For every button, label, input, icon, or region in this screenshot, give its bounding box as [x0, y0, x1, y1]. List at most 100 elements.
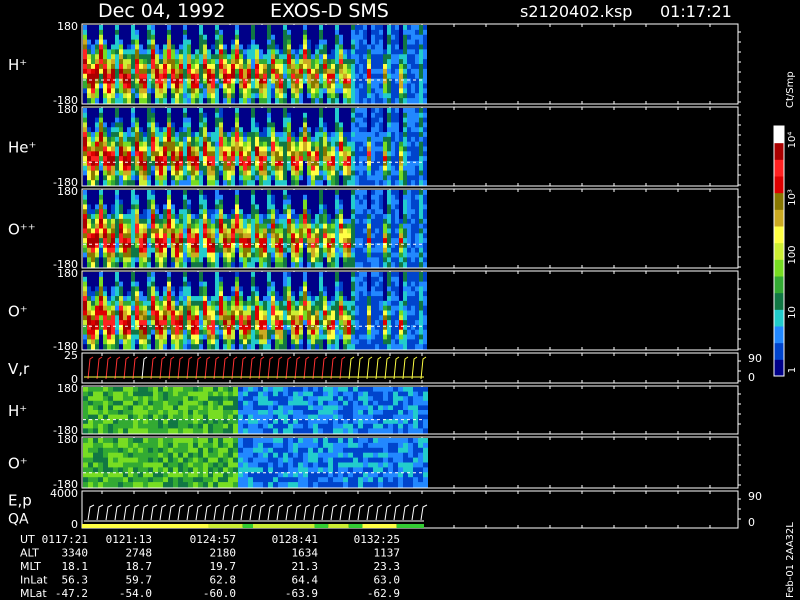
heatmap-cell — [311, 127, 315, 133]
heatmap-cell — [159, 122, 163, 128]
header: Dec 04, 1992 EXOS-D SMS s2120402.ksp 01:… — [98, 0, 732, 22]
heatmap-cell — [299, 247, 303, 254]
heatmap-cell — [147, 204, 151, 210]
heatmap-cell — [83, 334, 87, 340]
heatmap-cell — [343, 160, 347, 167]
heatmap-cell — [231, 151, 235, 157]
heatmap-cell — [359, 175, 363, 181]
heatmap-cell — [291, 238, 295, 244]
heatmap-cell — [175, 122, 179, 128]
heatmap-cell — [151, 339, 155, 345]
heatmap-cell — [223, 242, 227, 249]
heatmap-cell — [235, 83, 239, 89]
heatmap-cell — [259, 108, 263, 114]
heatmap-cell — [243, 214, 247, 220]
heatmap-cell — [211, 165, 215, 172]
heatmap-cell — [103, 34, 107, 41]
heatmap-cell — [287, 242, 291, 249]
heatmap-cell — [155, 329, 159, 336]
heatmap-cell — [387, 170, 391, 176]
heatmap-cell — [187, 59, 191, 65]
heatmap-cell — [163, 165, 167, 172]
heatmap-cell — [379, 238, 383, 244]
heatmap-cell — [319, 29, 323, 36]
heatmap-cell — [171, 320, 175, 326]
heatmap-cell — [139, 68, 143, 75]
heatmap-cell — [95, 141, 99, 147]
heatmap-cell — [107, 39, 111, 45]
heatmap-cell — [103, 291, 107, 297]
heatmap-cell — [171, 214, 175, 220]
heatmap-cell — [271, 170, 275, 176]
heatmap-cell — [207, 223, 211, 229]
heatmap-cell — [263, 136, 267, 143]
heatmap-cell — [399, 252, 403, 258]
heatmap-cell — [251, 190, 255, 196]
heatmap-cell — [331, 262, 335, 268]
heatmap-cell — [287, 112, 291, 119]
heatmap-cell — [151, 305, 155, 311]
heatmap-cell — [387, 218, 391, 225]
heatmap-cell — [235, 199, 239, 205]
heatmap-cell — [315, 204, 319, 210]
heatmap-cell — [363, 156, 367, 162]
heatmap-cell — [171, 165, 175, 172]
heatmap-cell — [303, 34, 307, 41]
heatmap-cell — [99, 122, 103, 128]
heatmap-cell — [135, 334, 139, 340]
heatmap-cell — [403, 112, 407, 119]
heatmap-cell — [103, 73, 107, 80]
heatmap-cell — [375, 54, 379, 60]
heatmap-cell — [295, 64, 299, 70]
heatmap-cell — [107, 223, 111, 229]
heatmap-cell — [87, 329, 91, 336]
heatmap-cell — [387, 199, 391, 205]
heatmap-cell — [215, 339, 219, 345]
heatmap-cell — [107, 242, 111, 249]
heatmap-cell — [151, 25, 155, 31]
heatmap-cell — [387, 83, 391, 89]
heatmap-cell — [203, 122, 207, 128]
heatmap-cell — [227, 108, 231, 114]
heatmap-cell — [243, 218, 247, 225]
heatmap-cell — [147, 122, 151, 128]
heatmap-cell — [299, 122, 303, 128]
heatmap-cell — [287, 199, 291, 205]
heatmap-cell — [87, 175, 91, 181]
heatmap-cell — [159, 257, 163, 263]
heatmap-cell — [183, 127, 187, 133]
heatmap-cell — [87, 334, 91, 340]
heatmap-cell — [239, 214, 243, 220]
heatmap-cell — [311, 68, 315, 75]
heatmap-cell — [295, 165, 299, 172]
heatmap-cell — [215, 315, 219, 321]
heatmap-cell — [311, 25, 315, 31]
heatmap-cell — [347, 199, 351, 205]
heatmap-cell — [407, 112, 411, 119]
heatmap-cell — [147, 78, 151, 84]
heatmap-cell — [155, 296, 159, 302]
heatmap-cell — [107, 54, 111, 60]
heatmap-cell — [123, 252, 127, 258]
heatmap-cell — [239, 49, 243, 55]
heatmap-cell — [379, 54, 383, 60]
heatmap-cell — [231, 156, 235, 162]
heatmap-cell — [327, 165, 331, 172]
heatmap-cell — [215, 93, 219, 99]
heatmap-cell — [183, 54, 187, 60]
heatmap-cell — [135, 78, 139, 84]
heatmap-cell — [259, 83, 263, 89]
heatmap-cell — [267, 262, 271, 268]
heatmap-cell — [279, 73, 283, 80]
heatmap-cell — [375, 127, 379, 133]
heatmap-cell — [91, 305, 95, 311]
heatmap-cell — [295, 93, 299, 99]
heatmap-cell — [363, 218, 367, 225]
heatmap-cell — [335, 247, 339, 254]
heatmap-cell — [223, 329, 227, 336]
heatmap-cell — [227, 59, 231, 65]
heatmap-cell — [355, 54, 359, 60]
heatmap-cell — [239, 272, 243, 278]
heatmap-cell — [187, 68, 191, 75]
heatmap-cell — [399, 25, 403, 31]
